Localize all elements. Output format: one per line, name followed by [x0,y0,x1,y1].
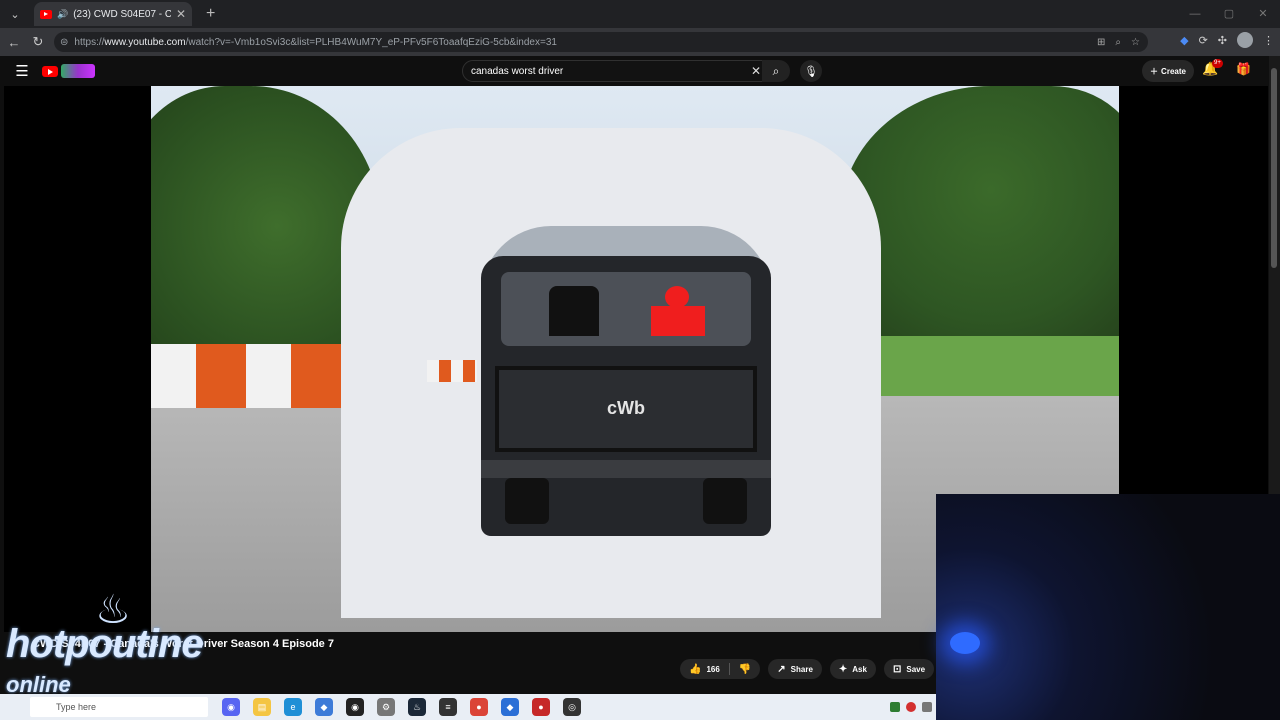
share-button[interactable]: ↗ Share [768,659,822,679]
site-info-icon[interactable]: ⊜ [60,37,68,48]
van-wheel-left [505,478,549,524]
youtube-doodle-logo[interactable] [61,64,95,78]
like-count: 166 [706,664,720,674]
share-label: Share [790,664,813,674]
url-path: /watch?v=-Vmb1oSvi3c&list=PLHB4WuM7Y_eP-… [185,36,557,48]
tray-icon-green[interactable] [890,702,900,712]
app-icon-record[interactable]: ◎ [563,698,581,716]
thumbs-down-icon[interactable]: 👎 [739,664,751,675]
voice-search-button[interactable]: 🎙 [800,60,822,82]
url-host: www.youtube.com [104,36,186,48]
profile-avatar[interactable] [1237,32,1253,48]
taskbar-search-placeholder: Type here [56,702,97,712]
notification-count-badge: 9+ [1212,59,1223,68]
window-controls: — ▢ ✕ [1178,0,1280,28]
youtube-logo-icon[interactable] [42,65,58,77]
share-arrow-icon: ↗ [777,663,786,675]
like-button[interactable]: 👍 166 👎 [680,659,761,679]
van-bumper [481,460,771,478]
back-icon[interactable]: ← [2,35,26,50]
plus-icon: ＋ [1150,66,1159,76]
save-label: Save [906,664,926,674]
app-icon-blue-2[interactable]: ◆ [501,698,519,716]
van-grille: cWb [495,366,757,452]
browser-toolbar: ← ↻ ⊜ https://www.youtube.com/watch?v=-V… [0,28,1280,56]
scrollbar-thumb[interactable] [1271,68,1277,268]
bookmark-icon: ⊡ [892,663,902,675]
ask-button[interactable]: ✦ Ask [829,659,876,679]
menu-hamburger-icon[interactable]: ☰ [4,62,40,80]
video-van: cWb [481,256,771,536]
youtube-masthead: ☰ canadas worst driver ✕ ⌕ 🎙 ＋ Create 🔔 9… [4,56,1268,86]
tab-search-chevron-icon[interactable]: ⌄ [4,3,26,25]
taskbar-search-input[interactable]: Type here [30,697,208,717]
webcam-overlay [936,494,1280,720]
passenger-redaction [651,306,705,336]
tray-icon-gray[interactable] [922,702,932,712]
streamer-logo-overlay: ♨ hotpoutine online [6,586,206,697]
refresh-extension-icon[interactable]: ⟳ [1199,34,1208,47]
edge-browser-icon[interactable]: e [284,698,302,716]
search-input[interactable]: canadas worst driver ✕ [462,60,768,82]
url-prefix: https:// [74,36,105,48]
minimize-icon[interactable]: — [1178,0,1212,28]
tab-close-icon[interactable]: ✕ [176,7,186,21]
search-button[interactable]: ⌕ [762,60,790,82]
sparkle-icon: ✦ [838,663,848,675]
video-trees-right [841,86,1119,346]
create-button[interactable]: ＋ Create [1142,60,1194,82]
create-label: Create [1161,66,1186,76]
new-tab-button[interactable]: + [206,5,215,23]
file-explorer-icon[interactable]: ▤ [253,698,271,716]
app-icon-dark[interactable]: ◉ [346,698,364,716]
driver-redaction [549,286,599,336]
chrome-icon[interactable]: ● [470,698,488,716]
microphone-icon: 🎙 [804,65,818,78]
extension-icon[interactable]: ◆ [1180,34,1188,47]
app-icon-bars[interactable]: ≡ [439,698,457,716]
browser-menu-icon[interactable]: ⋮ [1263,34,1274,47]
search-query: canadas worst driver [471,65,564,77]
zoom-icon[interactable]: ⌕ [1115,37,1121,48]
app-icon-blue[interactable]: ◆ [315,698,333,716]
thumbs-up-icon: 👍 [689,663,702,675]
bookmark-star-icon[interactable]: ☆ [1131,37,1140,48]
webcam-light [950,632,980,654]
audio-icon[interactable]: 🔊 [57,9,68,20]
gift-icon[interactable]: 🎁 [1236,62,1251,76]
page-scrollbar[interactable] [1269,56,1280,494]
browser-tab-active[interactable]: 🔊 (23) CWD S04E07 - Canada's W ✕ [34,2,192,26]
ask-label: Ask [852,664,867,674]
van-windshield [501,272,751,346]
discord-app-icon[interactable]: ◉ [222,698,240,716]
van-logo: cWb [607,398,645,418]
video-barrier-far [427,360,477,382]
tab-title: (23) CWD S04E07 - Canada's W [73,8,171,20]
system-tray [890,702,936,712]
overlay-brand-text: hotpoutine [6,622,204,666]
passenger-redaction-head [665,286,689,308]
tray-icon-red[interactable] [906,702,916,712]
settings-gear-icon[interactable]: ⚙ [377,698,395,716]
reload-icon[interactable]: ↻ [26,34,50,50]
save-button[interactable]: ⊡ Save [883,659,935,679]
install-app-icon[interactable]: ⊞ [1097,37,1105,48]
taskbar-apps: ◉ ▤ e ◆ ◉ ⚙ ♨ ≡ ● ◆ ● ◎ [222,698,581,716]
close-window-icon[interactable]: ✕ [1246,0,1280,28]
van-wheel-right [703,478,747,524]
windows-taskbar: Type here ◉ ▤ e ◆ ◉ ⚙ ♨ ≡ ● ◆ ● ◎ [0,694,936,720]
overlay-sub-text: online [6,672,71,697]
extensions-puzzle-icon[interactable]: ✣ [1218,34,1227,47]
youtube-favicon-icon [40,9,52,19]
address-bar[interactable]: ⊜ https://www.youtube.com/watch?v=-Vmb1o… [54,32,1148,52]
clear-search-icon[interactable]: ✕ [751,64,761,78]
browser-tabstrip: ⌄ 🔊 (23) CWD S04E07 - Canada's W ✕ + — ▢… [0,0,1280,28]
search-icon: ⌕ [772,63,780,78]
maximize-icon[interactable]: ▢ [1212,0,1246,28]
app-icon-red[interactable]: ● [532,698,550,716]
steam-icon[interactable]: ♨ [408,698,426,716]
video-actions: 👍 166 👎 ↗Share ✦Ask ⊡Save ⤓ [680,659,955,679]
